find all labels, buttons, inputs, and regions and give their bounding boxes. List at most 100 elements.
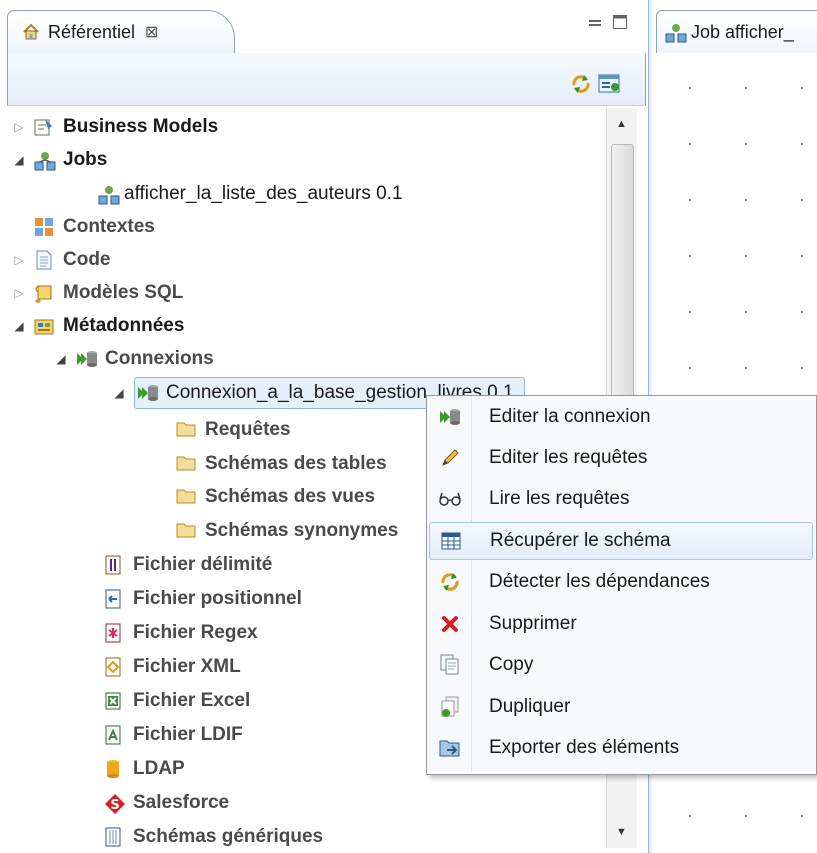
tree-label: Schémas des vues [205,486,376,507]
tree-label: Code [63,249,111,270]
collapse-arrow-icon[interactable]: ◢ [112,386,126,400]
collapse-arrow-icon[interactable]: ◢ [54,352,68,366]
tree-node-metadonnees[interactable]: ◢ Métadonnées [12,311,184,341]
tree-node-schemas-tables[interactable]: Schémas des tables [176,449,387,479]
tree-label: Modèles SQL [63,282,184,303]
job-icon [34,150,56,171]
tree-node-fichier-regex[interactable]: Fichier Regex [104,618,258,648]
pencil-icon [435,448,465,468]
menu-item-editer-connexion[interactable]: Editer la connexion [429,398,813,436]
menu-item-lire-requetes[interactable]: Lire les requêtes [429,480,813,518]
tree-node-schemas-synonymes[interactable]: Schémas synonymes [176,516,398,546]
tree-label: Fichier positionnel [133,588,302,609]
menu-item-label: Exporter des éléments [489,737,680,758]
db-connection-icon [76,349,97,369]
tree-node-jobs[interactable]: ◢ Jobs [12,145,107,175]
metadata-icon [34,316,54,336]
folder-icon [176,454,196,474]
tree-label: Métadonnées [63,315,185,336]
tree-node-fichier-delimite[interactable]: Fichier délimité [104,550,272,580]
tree-label: Fichier Excel [133,690,251,711]
glasses-icon [435,491,465,507]
table-icon [436,532,466,550]
positional-file-icon [104,589,124,609]
tree-label: Connexions [105,348,214,369]
tree-node-business-models[interactable]: ▷ Business Models [12,112,218,142]
tree-label: Fichier LDIF [133,724,243,745]
tree-node-modeles-sql[interactable]: ▷ Modèles SQL [12,278,183,308]
job-icon [98,184,120,205]
job-icon [665,22,687,43]
collapse-arrow-icon[interactable]: ◢ [12,319,26,333]
tree-label: Fichier Regex [133,622,258,643]
repository-toolbar [7,53,646,106]
delete-x-icon [435,615,465,633]
minimize-icon[interactable] [588,16,602,33]
maximize-icon[interactable] [612,14,628,34]
tree-node-requetes[interactable]: Requêtes [176,415,291,445]
expand-arrow-icon[interactable]: ▷ [12,120,26,134]
code-file-icon [34,250,54,270]
menu-item-editer-requetes[interactable]: Editer les requêtes [429,439,813,477]
tree-node-fichier-positionnel[interactable]: Fichier positionnel [104,584,302,614]
tree-label: Schémas des tables [205,453,387,474]
db-connection-icon [137,383,158,403]
menu-item-copy[interactable]: Copy [429,646,813,684]
xml-file-icon [104,657,124,677]
menu-item-label: Récupérer le schéma [490,530,671,551]
tab-job-editor[interactable]: Job afficher_ [656,10,817,53]
tree-node-code[interactable]: ▷ Code [12,245,111,275]
menu-item-exporter[interactable]: Exporter des éléments [429,729,813,767]
menu-item-label: Editer la connexion [489,406,651,427]
refresh-icon[interactable] [570,73,592,101]
menu-item-label: Editer les requêtes [489,447,648,468]
folder-icon [176,487,196,507]
tree-node-connexions[interactable]: ◢ Connexions [54,344,214,374]
tree-node-schemas-vues[interactable]: Schémas des vues [176,482,375,512]
menu-item-label: Dupliquer [489,696,571,717]
sql-template-icon [34,283,54,303]
tree-label: Jobs [63,149,108,170]
tree-label: afficher_la_liste_des_auteurs 0.1 [124,183,403,204]
tree-node-fichier-ldif[interactable]: Fichier LDIF [104,720,243,750]
tab-repository[interactable]: Référentiel ⊠ [7,10,235,53]
scroll-up-icon[interactable]: ▲ [616,118,627,130]
menu-item-detecter-dependances[interactable]: Détecter les dépendances [429,563,813,601]
tree-node-job-item[interactable]: afficher_la_liste_des_auteurs 0.1 [98,179,403,209]
tree-label: Schémas génériques [133,826,324,847]
tree-label: Salesforce [133,792,230,813]
menu-item-supprimer[interactable]: Supprimer [429,605,813,643]
tab-job-editor-label: Job afficher_ [691,21,794,42]
close-icon[interactable]: ⊠ [145,22,158,42]
expand-arrow-icon[interactable]: ▷ [12,286,26,300]
collapse-arrow-icon[interactable]: ◢ [12,153,26,167]
tree-label: Fichier délimité [133,554,273,575]
ldif-file-icon [104,725,124,745]
scroll-down-icon[interactable]: ▼ [616,826,627,838]
export-icon [435,738,465,758]
excel-file-icon [104,691,124,711]
duplicate-icon [435,696,465,718]
expand-arrow-icon[interactable]: ▷ [12,253,26,267]
tree-label: LDAP [133,758,185,779]
menu-item-dupliquer[interactable]: Dupliquer [429,688,813,726]
menu-item-label: Supprimer [489,613,577,634]
context-icon [34,217,54,237]
home-icon [22,23,40,41]
tree-node-ldap[interactable]: LDAP [104,754,185,784]
tree-label: Schémas synonymes [205,520,399,541]
menu-item-recuperer-schema[interactable]: Récupérer le schéma [429,522,813,560]
menu-item-label: Lire les requêtes [489,488,630,509]
tree-node-fichier-xml[interactable]: Fichier XML [104,652,241,682]
regex-file-icon [104,623,124,643]
menu-item-label: Détecter les dépendances [489,571,710,592]
tree-node-salesforce[interactable]: S Salesforce [104,788,229,818]
folder-icon [176,521,196,541]
tree-node-fichier-excel[interactable]: Fichier Excel [104,686,250,716]
tree-node-schemas-generiques[interactable]: Schémas génériques [104,822,323,852]
view-menu-icon[interactable] [598,73,622,101]
generic-schema-icon [104,827,124,847]
tree-node-contextes[interactable]: Contextes [12,212,155,242]
menu-item-label: Copy [489,654,534,675]
business-model-icon [34,117,54,137]
